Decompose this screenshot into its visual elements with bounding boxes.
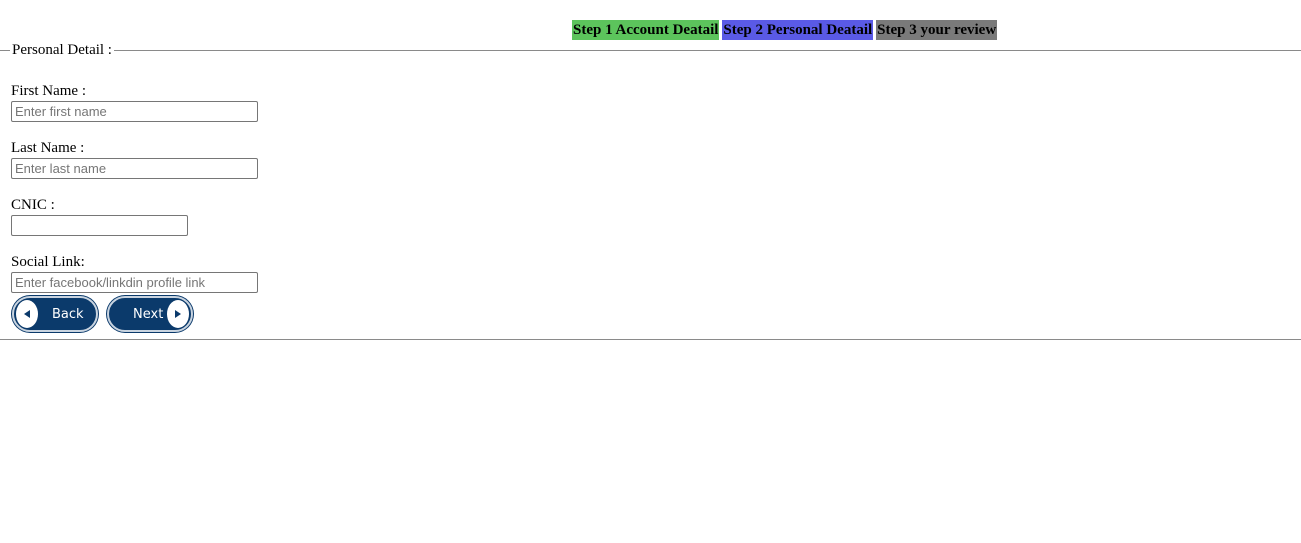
arrow-left-icon bbox=[16, 300, 38, 328]
next-button[interactable]: Next bbox=[107, 296, 193, 332]
wizard-steps: Step 1 Account Deatail Step 2 Personal D… bbox=[572, 20, 998, 40]
step-1-account-detail: Step 1 Account Deatail bbox=[572, 20, 720, 40]
personal-detail-legend: Personal Detail : bbox=[12, 42, 112, 58]
last-name-label: Last Name : bbox=[11, 140, 85, 156]
arrow-right-icon bbox=[167, 300, 189, 328]
cnic-label: CNIC : bbox=[11, 197, 55, 213]
step-3-review: Step 3 your review bbox=[876, 20, 998, 40]
back-button[interactable]: Back bbox=[12, 296, 98, 332]
first-name-label: First Name : bbox=[11, 83, 86, 99]
last-name-input[interactable] bbox=[11, 158, 258, 179]
personal-detail-fieldset: Personal Detail : First Name : Last Name… bbox=[0, 42, 1301, 340]
social-link-input[interactable] bbox=[11, 272, 258, 293]
step-2-personal-detail: Step 2 Personal Deatail bbox=[722, 20, 874, 40]
first-name-input[interactable] bbox=[11, 101, 258, 122]
social-link-label: Social Link: bbox=[11, 254, 85, 270]
back-button-label: Back bbox=[52, 306, 84, 322]
cnic-input[interactable] bbox=[11, 215, 188, 236]
next-button-label: Next bbox=[133, 306, 164, 322]
